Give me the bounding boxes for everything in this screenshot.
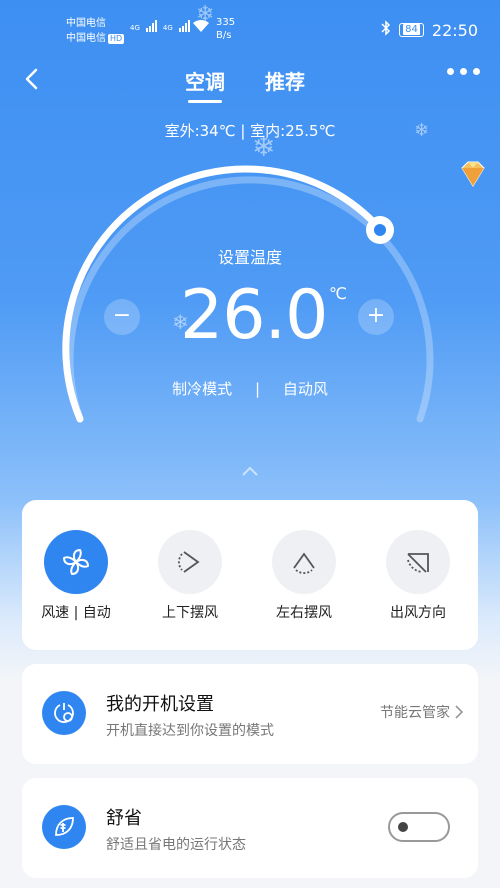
wind-direction-control[interactable]: 出风方向 [368, 530, 468, 622]
signal-bars-icon [178, 20, 190, 32]
increase-temperature-button[interactable]: + [358, 299, 394, 335]
horizontal-swing-control[interactable]: 左右摆风 [254, 530, 354, 622]
dot-icon [447, 68, 454, 75]
bluetooth-icon [381, 20, 391, 40]
network-speed: 335 B/s [216, 16, 235, 42]
fan-speed-control[interactable]: 风速 | 自动 [26, 530, 126, 622]
vertical-swing-icon [158, 530, 222, 594]
energy-manager-link[interactable]: 节能云管家 [380, 702, 450, 722]
chevron-right-icon [454, 704, 464, 720]
mode-separator: | [254, 380, 261, 398]
battery-level: 84 [403, 24, 420, 35]
tab-bar: 空调 推荐 [185, 66, 305, 103]
startup-settings-card[interactable]: 我的开机设置 开机直接达到你设置的模式 节能云管家 [22, 664, 478, 764]
snowflake-icon: ❄ [196, 2, 215, 27]
comfort-saving-toggle[interactable] [388, 812, 450, 842]
setting-subtitle: 开机直接达到你设置的模式 [106, 723, 274, 739]
control-label: 出风方向 [390, 605, 446, 621]
setting-title: 舒省 [106, 808, 142, 829]
setting-subtitle: 舒适且省电的运行状态 [106, 837, 246, 853]
speed-value: 335 [216, 17, 236, 28]
back-arrow-icon [25, 68, 38, 90]
net-type-2: 4G [162, 24, 173, 32]
header: 空调 推荐 [0, 60, 500, 106]
tab-recommend[interactable]: 推荐 [265, 66, 305, 95]
dot-icon [473, 68, 480, 75]
net-type-1: 4G [130, 24, 140, 32]
fan-icon [44, 530, 108, 594]
control-label: 左右摆风 [276, 605, 332, 621]
battery-icon: 84 [399, 23, 424, 37]
carrier-info: 中国电信 中国电信 HD [66, 16, 125, 46]
temperature-unit: ℃ [329, 284, 347, 303]
hd-badge: HD [108, 34, 125, 44]
set-temperature-label: 设置温度 [217, 248, 282, 267]
outdoor-indoor-temperature: 室外:34℃ | 室内:25.5℃ [164, 122, 336, 140]
control-label: 上下摆风 [162, 605, 218, 621]
horizontal-swing-icon [272, 530, 336, 594]
back-button[interactable] [18, 64, 48, 94]
dot-icon [460, 68, 467, 75]
chevron-up-icon[interactable] [240, 462, 260, 476]
speed-unit: B/s [216, 30, 232, 41]
clock: 22:50 [431, 20, 478, 40]
leaf-money-icon [42, 805, 86, 849]
vertical-swing-control[interactable]: 上下摆风 [140, 530, 240, 622]
signal-bars-icon [145, 20, 157, 32]
comfort-saving-card: 舒省 舒适且省电的运行状态 [22, 778, 478, 878]
more-options-button[interactable] [447, 68, 480, 75]
mode-row: 制冷模式 | 自动风 [0, 378, 500, 399]
mode-label[interactable]: 制冷模式 [172, 380, 232, 398]
decrease-temperature-button[interactable]: − [104, 299, 140, 335]
toggle-knob [398, 822, 408, 832]
signal-indicators: 4G 4G [130, 20, 190, 32]
carrier-2: 中国电信 [66, 33, 106, 44]
controls-card: 风速 | 自动 上下摆风 左右摆风 出风方向 [22, 500, 478, 650]
temperature-value: 26.0 [180, 276, 328, 355]
wind-direction-icon [386, 530, 450, 594]
status-bar: 中国电信 中国电信 HD 4G 4G 335 B/s 84 22:50 [0, 14, 500, 50]
tab-air-conditioner[interactable]: 空调 [185, 66, 225, 103]
fan-label[interactable]: 自动风 [283, 380, 328, 398]
setting-title: 我的开机设置 [106, 694, 214, 715]
control-label: 风速 | 自动 [41, 605, 111, 621]
carrier-1: 中国电信 [66, 18, 106, 29]
power-clock-icon [42, 691, 86, 735]
